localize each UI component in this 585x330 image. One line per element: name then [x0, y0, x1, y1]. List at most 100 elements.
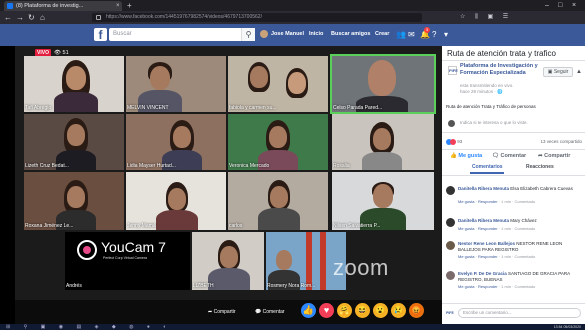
comment-button[interactable]: 💬 Comentar: [255, 308, 285, 316]
tab-comments[interactable]: Comentarios: [472, 163, 503, 171]
participant-tile: Jenny Mamá: [126, 172, 226, 230]
divider: [442, 60, 585, 61]
comment-author[interactable]: Evelyn P. De De Gracia: [458, 271, 507, 276]
participant-tile: Tafi Abregio: [24, 56, 124, 112]
video-description: Ruta de atención Trata y Tráfico de pers…: [446, 104, 536, 109]
taskbar-clock[interactable]: 13:54 05/03/2020: [554, 324, 581, 330]
search-icon[interactable]: ⚲: [241, 28, 255, 41]
participant-name: Lidia Mayser Hurtad...: [127, 163, 176, 169]
more-options-icon[interactable]: ▲: [575, 67, 583, 77]
comment-meta: Me gusta · Responder · 1 min · Comentado: [458, 226, 536, 231]
participant-name: Rosmery Nora Rom...: [267, 283, 316, 289]
divider: [442, 303, 585, 304]
nav-find-friends[interactable]: Buscar amigos: [331, 29, 370, 40]
video-header: VIVO 👁 51: [15, 46, 442, 57]
video-bottom-bar: ➦ Compartir 💬 Comentar 👍 ♥ 🤗 😆 😮 😢 😡: [15, 300, 442, 324]
write-comment-input[interactable]: Escribe un comentario...: [458, 308, 581, 318]
presence-prompt[interactable]: Indica si te interesa o que lo viste.: [446, 118, 582, 128]
profile-link[interactable]: Jose Manuel: [271, 29, 304, 40]
comment-like-link[interactable]: Me gusta: [458, 254, 474, 259]
like-reaction-icon[interactable]: 👍: [301, 303, 316, 318]
viewer-avatar-icon: [448, 120, 455, 127]
comment-meta: Me gusta · Responder · 1 min · Comentado: [458, 284, 536, 289]
minimize-icon[interactable]: –: [545, 1, 549, 10]
maximize-icon[interactable]: □: [558, 1, 562, 10]
back-icon[interactable]: ←: [4, 12, 12, 23]
comment-author[interactable]: Nestor Rene Leon Ballejos: [458, 241, 515, 246]
new-tab-icon[interactable]: +: [127, 1, 132, 10]
comment-reply-link[interactable]: Responder: [478, 199, 498, 204]
taskbar-app-icons[interactable]: ⊞ ⚲ ▣ ◉ ▤ ◈ ◆ ◍ ● ◐: [6, 324, 172, 330]
nav-create[interactable]: Crear: [375, 29, 389, 40]
commenter-avatar: PIFE: [446, 311, 454, 315]
love-reaction-icon[interactable]: ♥: [319, 303, 334, 318]
youcam-subtitle: Perfect Corp Virtual Camera: [103, 256, 147, 260]
comment-like-link[interactable]: Me gusta: [458, 226, 474, 231]
page-avatar[interactable]: PIFE: [448, 66, 458, 75]
window-close-icon[interactable]: ×: [572, 1, 576, 10]
reload-icon[interactable]: ↻: [28, 12, 35, 23]
browser-extension-icons[interactable]: ☆ ⫼ ▣ ☰: [460, 13, 512, 22]
zoom-watermark: zoom: [333, 255, 389, 280]
participant-name: fabiola y carmen su...: [229, 105, 277, 111]
comment-avatar[interactable]: [446, 241, 455, 250]
comment-author[interactable]: Danitella Ribera Menuta: [458, 186, 509, 191]
presence-prompt-text: Indica si te interesa o que lo viste.: [460, 120, 528, 125]
participant-tile: LIZBETH: [192, 232, 264, 290]
participant-name: Nilsen Salvatierra P...: [333, 223, 381, 229]
comment-meta: Me gusta · Responder · 1 min · Comentado: [458, 199, 536, 204]
comment-like-link[interactable]: Me gusta: [458, 199, 474, 204]
browser-tab[interactable]: (8) Plataforma de investig... ×: [4, 1, 122, 11]
home-icon[interactable]: ⌂: [40, 12, 45, 23]
browser-toolbar: ← → ↻ ⌂ https://www.facebook.com/1445197…: [0, 11, 585, 24]
comment-like-link[interactable]: Me gusta: [458, 284, 474, 289]
love-mini-icon: [450, 138, 456, 145]
comment-reply-link[interactable]: Responder: [478, 284, 498, 289]
comment-avatar[interactable]: [446, 218, 455, 227]
comment-time: 1 min: [501, 226, 511, 231]
messenger-icon[interactable]: ✉: [408, 28, 415, 41]
search-input[interactable]: Buscar: [109, 28, 255, 41]
like-button[interactable]: 👍 Me gusta: [450, 152, 482, 160]
clock-time: 13:54: [553, 325, 563, 329]
comment-avatar[interactable]: [446, 271, 455, 280]
participant-name: Roxana Jiménez Le...: [25, 223, 74, 229]
share-button[interactable]: ➦ Compartir: [208, 308, 236, 316]
tab-reactions[interactable]: Reacciones: [526, 163, 554, 171]
sad-reaction-icon[interactable]: 😢: [391, 303, 406, 318]
forward-icon[interactable]: →: [16, 12, 24, 23]
tab-close-icon[interactable]: ×: [116, 3, 120, 9]
nav-home[interactable]: Inicio: [309, 29, 323, 40]
friend-requests-icon[interactable]: 👥: [396, 28, 406, 41]
browser-tab-bar: (8) Plataforma de investig... × + – □ ×: [0, 0, 585, 11]
comment-action-button[interactable]: 🗨 Comentar: [492, 152, 526, 160]
avatar[interactable]: [260, 30, 268, 38]
comment-reply-link[interactable]: Responder: [478, 254, 498, 259]
share-action-button[interactable]: ➦ Compartir: [538, 152, 570, 160]
angry-reaction-icon[interactable]: 😡: [409, 303, 424, 318]
os-taskbar: ⊞ ⚲ ▣ ◉ ▤ ◈ ◆ ◍ ● ◐ 13:54 05/03/2020: [0, 324, 585, 330]
live-video-player[interactable]: VIVO 👁 51 Tafi Abregio MELVIN VINCENT fa…: [15, 46, 442, 324]
account-menu-icon[interactable]: ▾: [444, 28, 448, 41]
help-icon[interactable]: ?: [432, 28, 436, 41]
wow-reaction-icon[interactable]: 😮: [373, 303, 388, 318]
shares-count[interactable]: 13 veces compartido: [540, 138, 582, 146]
divider: [442, 132, 585, 133]
comment-author[interactable]: Danitella Ribera Menuta: [458, 218, 509, 223]
follow-button[interactable]: ▣ Seguir: [543, 67, 573, 77]
comment-status: Comentado: [514, 254, 536, 259]
facebook-logo-icon[interactable]: f: [94, 28, 107, 42]
reactions-summary[interactable]: 93 13 veces compartido: [446, 138, 582, 146]
participant-tile: Rosalia: [332, 114, 434, 170]
comment-reply-link[interactable]: Responder: [478, 226, 498, 231]
comment-avatar[interactable]: [446, 186, 455, 195]
participant-tile: Lizeth Cruz Bedat...: [24, 114, 124, 170]
haha-reaction-icon[interactable]: 😆: [355, 303, 370, 318]
youcam-logo-icon: [77, 240, 97, 260]
care-reaction-icon[interactable]: 🤗: [337, 303, 352, 318]
comment-action-label: Comentar: [500, 153, 527, 159]
facebook-favicon-icon: [7, 3, 13, 9]
participant-tile: carlos: [228, 172, 328, 230]
url-bar[interactable]: https://www.facebook.com/144519767982574…: [92, 13, 422, 22]
page-name[interactable]: Plataforma de Investigación y Formación …: [460, 63, 542, 76]
